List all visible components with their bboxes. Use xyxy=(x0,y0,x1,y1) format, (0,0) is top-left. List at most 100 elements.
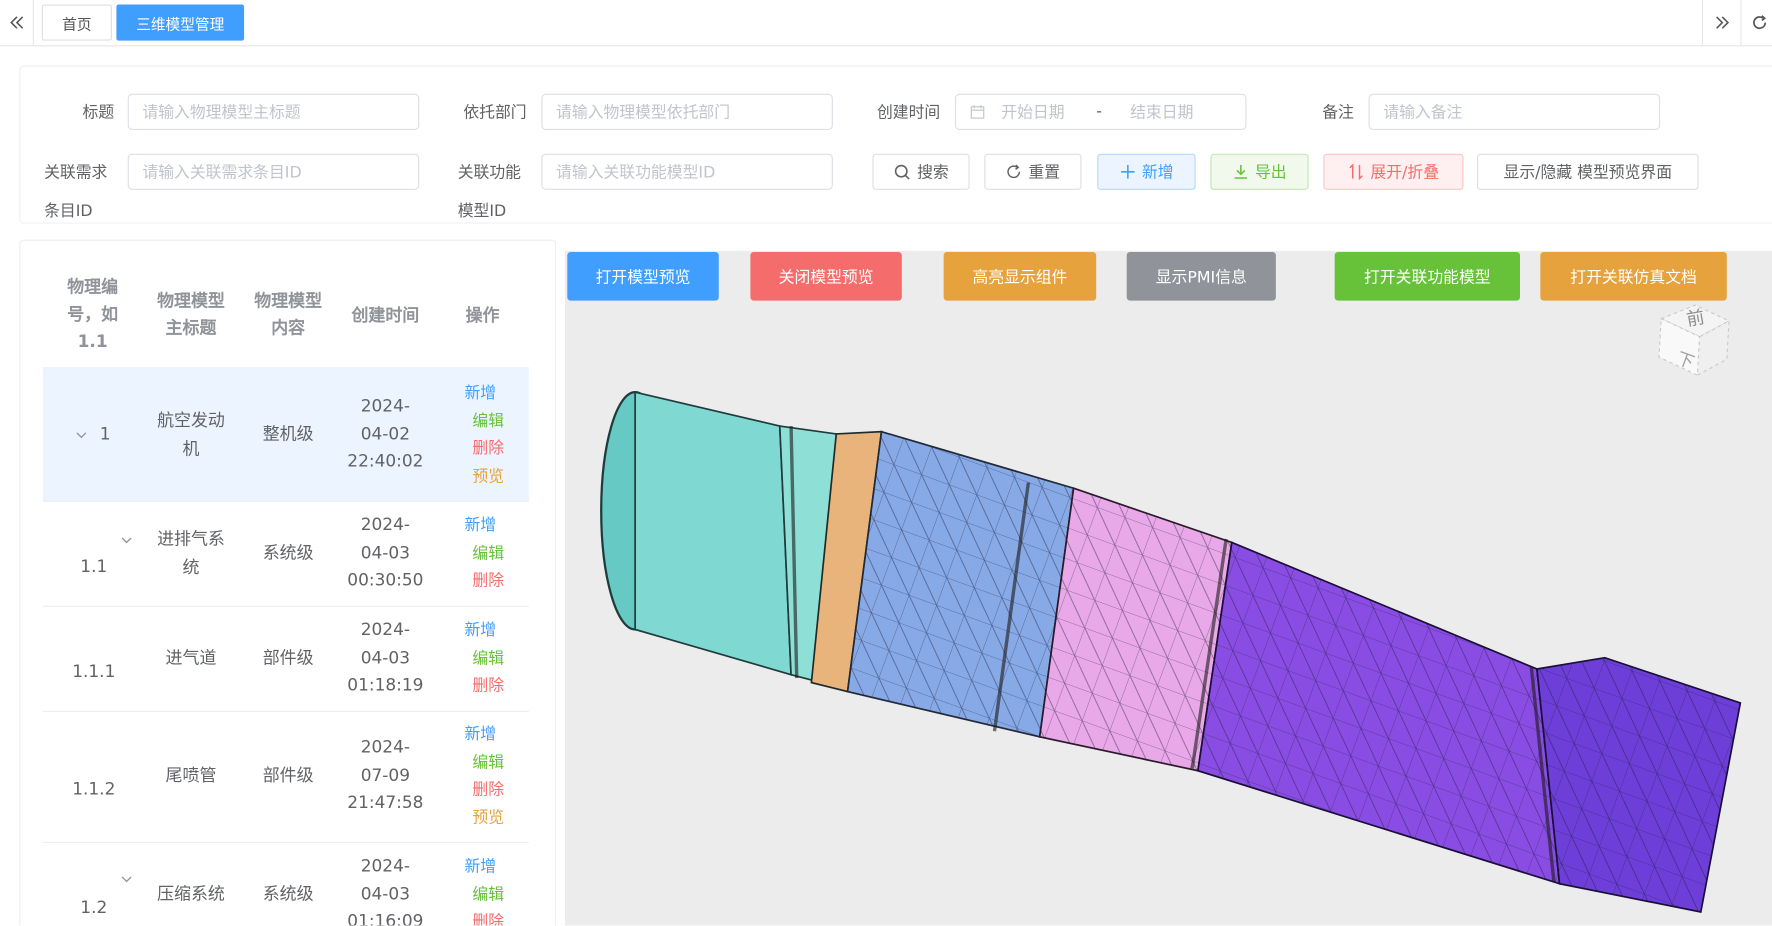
add-link[interactable]: 新增 xyxy=(454,617,521,645)
double-chevron-right-icon[interactable] xyxy=(1705,0,1739,45)
close-preview-button[interactable]: 关闭模型预览 xyxy=(750,252,902,301)
row-content: 部件级 xyxy=(262,647,314,668)
search-button-label: 搜索 xyxy=(917,163,949,182)
double-chevron-left-icon[interactable] xyxy=(0,0,34,45)
open-function-model-button[interactable]: 打开关联功能模型 xyxy=(1334,252,1520,301)
reset-button-label: 重置 xyxy=(1028,163,1061,182)
col-header-created: 创建时间 xyxy=(351,305,420,326)
row-date-line: 2024- xyxy=(360,855,410,876)
edit-link[interactable]: 编辑 xyxy=(454,540,529,568)
edit-link[interactable]: 编辑 xyxy=(454,407,529,435)
chevron-down-icon[interactable] xyxy=(120,530,136,546)
reset-button[interactable]: 重置 xyxy=(984,153,1082,190)
delete-link[interactable]: 删除 xyxy=(454,776,529,804)
created-time-label: 创建时间 xyxy=(876,103,941,123)
engine-3d-model[interactable] xyxy=(565,251,1772,926)
open-preview-button[interactable]: 打开模型预览 xyxy=(567,252,719,301)
search-icon xyxy=(893,163,910,180)
row-date-line: 2024- xyxy=(360,514,410,535)
search-button[interactable]: 搜索 xyxy=(872,153,970,190)
col-header-content-line: 内容 xyxy=(271,317,306,338)
title-label: 标题 xyxy=(82,103,115,123)
delete-link[interactable]: 删除 xyxy=(454,435,529,463)
row-date-line: 01:16:09 xyxy=(347,910,424,926)
tabbar-divider xyxy=(1740,0,1742,46)
dept-label: 依托部门 xyxy=(463,103,527,123)
add-link[interactable]: 新增 xyxy=(454,853,521,881)
highlight-component-button[interactable]: 高亮显示组件 xyxy=(943,252,1097,301)
add-link[interactable]: 新增 xyxy=(454,721,521,749)
delete-link[interactable]: 删除 xyxy=(454,909,529,925)
refresh-icon[interactable] xyxy=(1747,0,1772,45)
row-date-line: 22:40:02 xyxy=(347,450,424,472)
dept-input[interactable]: 请输入物理模型依托部门 xyxy=(541,93,833,130)
table-row[interactable]: 1.2 压缩系统 系统级 2024- 04-03 01:16:09 新增 编辑 … xyxy=(43,842,529,925)
row-created: 2024- 04-02 22:40:02 xyxy=(339,392,432,475)
tab-bar xyxy=(0,0,1772,47)
row-date-line: 2024- xyxy=(360,395,410,416)
row-created: 2024- 04-03 01:18:19 xyxy=(339,616,432,699)
row-actions: 新增 编辑 删除 预览 xyxy=(454,721,529,832)
func-input[interactable]: 请输入关联功能模型ID xyxy=(541,153,833,190)
row-title-line: 尾喷管 xyxy=(165,765,217,786)
model-viewer[interactable] xyxy=(565,250,1772,926)
add-link[interactable]: 新增 xyxy=(454,380,521,408)
func-label: 关联功能 xyxy=(457,163,521,182)
open-simulation-doc-button[interactable]: 打开关联仿真文档 xyxy=(1540,252,1727,301)
row-title: 航空发动 机 xyxy=(149,407,233,462)
row-id: 1.2 xyxy=(80,897,108,918)
add-button[interactable]: 新增 xyxy=(1097,153,1196,190)
col-header-title-line: 物理模型 xyxy=(157,290,225,311)
add-link[interactable]: 新增 xyxy=(454,512,521,540)
tabbar-divider xyxy=(1701,0,1704,46)
preview-link[interactable]: 预览 xyxy=(454,804,529,832)
req-label-2: 条目ID xyxy=(44,202,93,221)
download-icon xyxy=(1232,164,1248,180)
row-actions: 新增 编辑 删除 xyxy=(454,512,529,595)
row-date-line: 07-09 xyxy=(360,764,410,785)
row-title-line: 航空发动 xyxy=(157,410,225,431)
title-input[interactable]: 请输入物理模型主标题 xyxy=(127,93,420,130)
req-input[interactable]: 请输入关联需求条目ID xyxy=(127,153,420,190)
func-label-2: 模型ID xyxy=(457,202,507,221)
row-title: 压缩系统 xyxy=(157,883,225,905)
toggle-preview-button[interactable]: 显示/隐藏 模型预览界面 xyxy=(1477,153,1699,190)
col-header-id-line: 1.1 xyxy=(77,331,108,352)
preview-link[interactable]: 预览 xyxy=(454,463,529,491)
row-created: 2024- 04-03 00:30:50 xyxy=(339,511,432,594)
view-cube[interactable]: 前 下 xyxy=(1650,296,1731,377)
col-header-title: 物理模型 主标题 xyxy=(149,287,233,341)
tab-home[interactable]: 首页 xyxy=(41,4,112,41)
row-title: 进气道 xyxy=(149,644,233,672)
delete-link[interactable]: 删除 xyxy=(454,567,529,595)
tab-3d-model-management[interactable]: 三维模型管理 xyxy=(116,4,245,41)
search-panel xyxy=(19,65,1772,224)
export-button-label: 导出 xyxy=(1254,163,1287,182)
show-pmi-button[interactable]: 显示PMI信息 xyxy=(1126,252,1276,301)
chevron-down-icon[interactable] xyxy=(120,869,136,885)
row-date-line: 04-03 xyxy=(360,541,410,563)
row-title-line: 进气道 xyxy=(165,647,217,668)
row-date-line: 04-02 xyxy=(360,423,410,444)
delete-link[interactable]: 删除 xyxy=(454,672,529,700)
edit-link[interactable]: 编辑 xyxy=(454,881,529,909)
row-date-line: 21:47:58 xyxy=(347,792,424,813)
refresh-icon xyxy=(1006,164,1022,180)
date-range-picker[interactable]: 开始日期 - 结束日期 xyxy=(954,93,1247,130)
end-date[interactable]: 结束日期 xyxy=(1130,101,1193,124)
row-created: 2024- 04-03 01:16:09 xyxy=(339,852,432,925)
row-content: 系统级 xyxy=(262,542,314,563)
col-header-content-line: 物理模型 xyxy=(254,290,323,311)
row-actions: 新增 编辑 删除 xyxy=(454,617,529,700)
chevron-down-icon[interactable] xyxy=(75,425,91,441)
row-created: 2024- 07-09 21:47:58 xyxy=(339,733,432,816)
row-content: 系统级 xyxy=(262,883,314,905)
expand-collapse-button[interactable]: 展开/折叠 xyxy=(1323,153,1464,190)
row-content: 部件级 xyxy=(262,765,314,786)
note-input[interactable]: 请输入备注 xyxy=(1368,93,1661,130)
edit-link[interactable]: 编辑 xyxy=(454,645,529,673)
export-button[interactable]: 导出 xyxy=(1210,153,1309,190)
edit-link[interactable]: 编辑 xyxy=(454,749,529,777)
start-date[interactable]: 开始日期 xyxy=(1001,101,1096,124)
row-date-line: 2024- xyxy=(360,619,410,640)
